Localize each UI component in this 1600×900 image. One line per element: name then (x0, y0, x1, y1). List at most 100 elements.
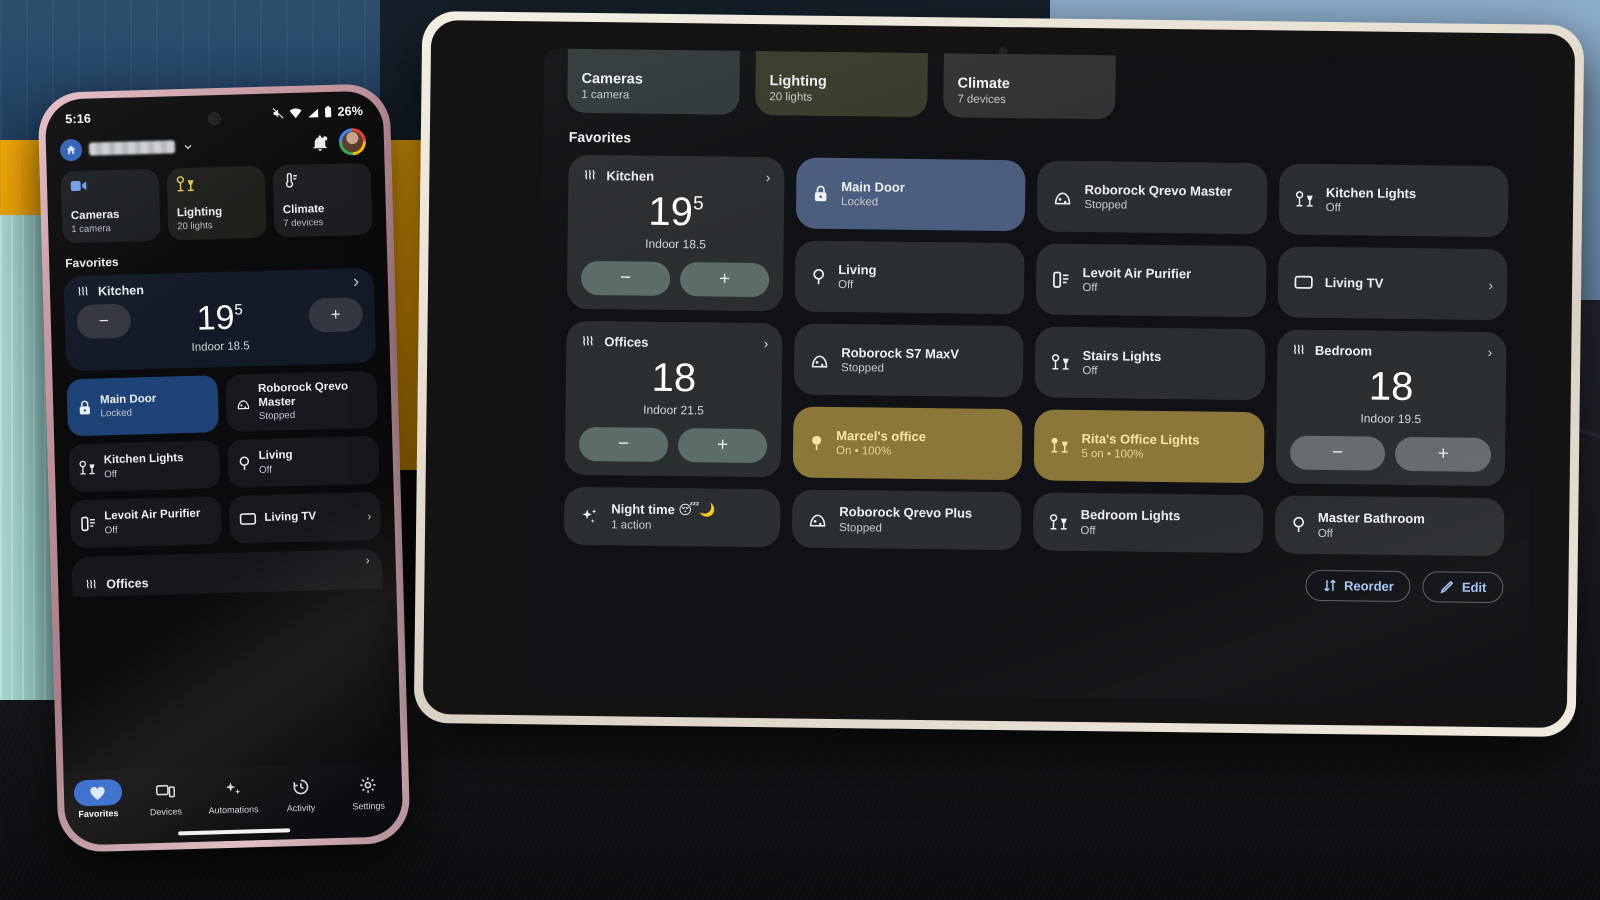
tablet-thermostat-decrease[interactable]: − (578, 426, 669, 462)
reorder-button[interactable]: Reorder (1304, 569, 1412, 603)
tablet-tile-roborock-qrevo-plus[interactable]: Roborock Qrevo Plus Stopped (791, 489, 1022, 551)
tablet-tile-state: 5 on • 100% (1081, 448, 1144, 462)
phone-device: 5:16 26% Cameras 1 camera Lighting 20 li… (37, 83, 411, 853)
tablet-tile-roborock-qrevo-master[interactable]: Roborock Qrevo Master Stopped (1037, 160, 1268, 235)
avatar-photo (341, 130, 364, 153)
nav-item-devices[interactable]: Devices (134, 777, 197, 818)
vacuum-icon (1053, 187, 1072, 205)
phone-tile-name: Kitchen Lights (103, 452, 184, 467)
tablet-tile-ritas-office-lights[interactable]: Rita's Office Lights 5 on • 100% (1034, 409, 1265, 484)
tv-icon (239, 513, 257, 526)
phone-tile-living[interactable]: Living Off (227, 435, 380, 489)
tablet-tile-state: Off (1325, 202, 1341, 215)
chevron-right-icon[interactable]: › (1488, 276, 1493, 292)
tablet-tile-name: Roborock Qrevo Plus (839, 504, 973, 521)
phone-quick-card-climate[interactable]: Climate 7 devices (272, 162, 373, 238)
tablet-tile-marcels-office[interactable]: Marcel's office On • 100% (792, 406, 1023, 481)
nav-label: Activity (286, 802, 316, 814)
tablet-tile-main-door[interactable]: Main Door Locked (795, 157, 1026, 232)
avatar[interactable] (338, 127, 367, 156)
tablet-thermostat-temp: 18 (1290, 364, 1492, 410)
nav-item-favorites[interactable]: Favorites (66, 778, 129, 820)
tablet-tile-stairs-lights[interactable]: Stairs Lights Off (1035, 326, 1266, 401)
phone-thermostat-card-kitchen[interactable]: Kitchen − 19 5 + Indoor 18.5 (63, 267, 377, 372)
tablet-tile-name: Main Door (841, 178, 905, 195)
tablet-thermostat-decrease[interactable]: − (580, 260, 671, 296)
nav-item-activity[interactable]: Activity (269, 773, 332, 814)
tablet-tile-state: Off (837, 279, 854, 292)
edit-button[interactable]: Edit (1422, 571, 1504, 604)
phone-tile-main-door[interactable]: Main Door Locked (66, 375, 219, 437)
chevron-right-icon[interactable]: › (365, 553, 369, 567)
phone-tile-levoit-air-purifier[interactable]: Levoit Air Purifier Off (69, 496, 223, 549)
tablet-thermostat-increase[interactable]: + (1395, 436, 1492, 473)
nav-item-settings[interactable]: Settings (337, 771, 400, 812)
air-purifier-icon (81, 516, 95, 532)
chevron-right-icon[interactable]: › (1488, 344, 1493, 360)
tablet-tile-state: Off (1080, 524, 1096, 537)
tablet-thermostat-card-kitchen[interactable]: Kitchen › 19 5 Indoor 18.5 − + (566, 154, 785, 312)
phone-tile-state: Off (103, 468, 118, 481)
edit-label: Edit (1461, 579, 1487, 595)
tablet-tile-kitchen-lights[interactable]: Kitchen Lights Off (1278, 163, 1509, 238)
tablet-thermostat-increase[interactable]: + (679, 262, 770, 298)
chevron-right-icon[interactable]: › (766, 169, 771, 185)
tablet-tile-name: Kitchen Lights (1325, 184, 1417, 201)
tablet-tile-roborock-s7-maxv[interactable]: Roborock S7 MaxV Stopped (793, 323, 1024, 398)
lamp-icon (176, 176, 194, 192)
tablet-tile-state: Stopped (840, 362, 884, 375)
lamp-icon (1049, 513, 1068, 530)
phone-tile-state: Stopped (258, 410, 296, 423)
phone-tile-roborock-qrevo-master[interactable]: Roborock Qrevo Master Stopped (225, 370, 378, 433)
vacuum-icon (810, 350, 829, 368)
phone-favorites-grid: Main Door Locked Roborock Qrevo Master S… (52, 362, 395, 549)
pencil-icon (1440, 580, 1454, 594)
tablet-tile-state: 1 action (611, 519, 652, 532)
phone-tile-kitchen-lights[interactable]: Kitchen Lights Off (68, 440, 221, 493)
bell-icon[interactable] (311, 133, 329, 151)
tablet-thermostat-decrease[interactable]: − (1289, 435, 1386, 471)
phone-clock: 5:16 (65, 111, 92, 127)
tablet-quick-card-climate[interactable]: Climate 7 devices (943, 48, 1117, 120)
chevron-right-icon[interactable] (350, 276, 362, 288)
phone-offices-header: Offices (84, 576, 149, 592)
phone-quick-card-cameras[interactable]: Cameras 1 camera (60, 168, 161, 244)
air-purifier-icon (1052, 270, 1070, 288)
phone-tile-living-tv[interactable]: Living TV › (228, 491, 382, 544)
tablet-tile-night-time[interactable]: Night time 😴🌙 1 action (563, 486, 781, 548)
tablet-thermostat-header: Offices (580, 333, 649, 349)
tablet-tile-levoit-air-purifier[interactable]: Levoit Air Purifier Off (1036, 243, 1267, 318)
chevron-right-icon[interactable]: › (764, 335, 769, 351)
phone-tile-name: Roborock Qrevo Master (257, 380, 349, 409)
tablet-tile-master-bathroom[interactable]: Master Bathroom Off (1274, 495, 1505, 557)
tablet-tile-bedroom-lights[interactable]: Bedroom Lights Off (1033, 492, 1264, 554)
phone-thermostat-decrease[interactable]: − (76, 303, 132, 340)
phone-quick-cards: Cameras 1 camera Lighting 20 lights Clim… (47, 158, 387, 244)
phone-thermostat-card-offices-peek[interactable]: › Offices (71, 548, 383, 598)
chevron-right-icon[interactable]: › (367, 509, 371, 523)
phone-offices-name: Offices (106, 576, 149, 592)
tablet-thermostat-increase[interactable]: + (677, 428, 768, 464)
tablet-thermostat-card-offices[interactable]: Offices › 18 Indoor 21.5 − + (564, 320, 783, 478)
tablet-thermostat-header: Bedroom (1291, 342, 1372, 358)
phone-thermostat-name: Kitchen (97, 283, 145, 299)
tablet-quick-card-lighting[interactable]: Lighting 20 lights (755, 48, 929, 118)
bulb-icon (809, 433, 824, 451)
tablet-tile-state: Stopped (1084, 199, 1128, 212)
phone-quick-card-title: Cameras (70, 208, 120, 222)
devices-icon (141, 777, 190, 804)
nav-item-automations[interactable]: Automations (202, 775, 265, 816)
tablet-thermostat-name: Kitchen (606, 167, 655, 184)
tablet-quick-card-cameras[interactable]: Cameras 1 camera (567, 48, 741, 115)
tablet-tile-living[interactable]: Living Off (794, 240, 1025, 315)
tablet-favorites-grid: Kitchen › 19 5 Indoor 18.5 − + Main Door… (538, 154, 1535, 557)
phone-quick-card-lighting[interactable]: Lighting 20 lights (166, 165, 267, 241)
nav-label: Automations (208, 804, 259, 816)
tablet-thermostat-card-bedroom[interactable]: Bedroom › 18 Indoor 19.5 − + (1275, 329, 1507, 487)
tablet-tile-name: Roborock S7 MaxV (841, 344, 960, 362)
phone-thermostat-increase[interactable]: + (308, 297, 364, 333)
heat-waves-icon (585, 169, 595, 180)
phone-home-selector[interactable] (59, 135, 195, 161)
tablet-tile-living-tv[interactable]: Living TV › (1277, 246, 1508, 321)
phone-quick-card-title: Climate (282, 202, 325, 217)
